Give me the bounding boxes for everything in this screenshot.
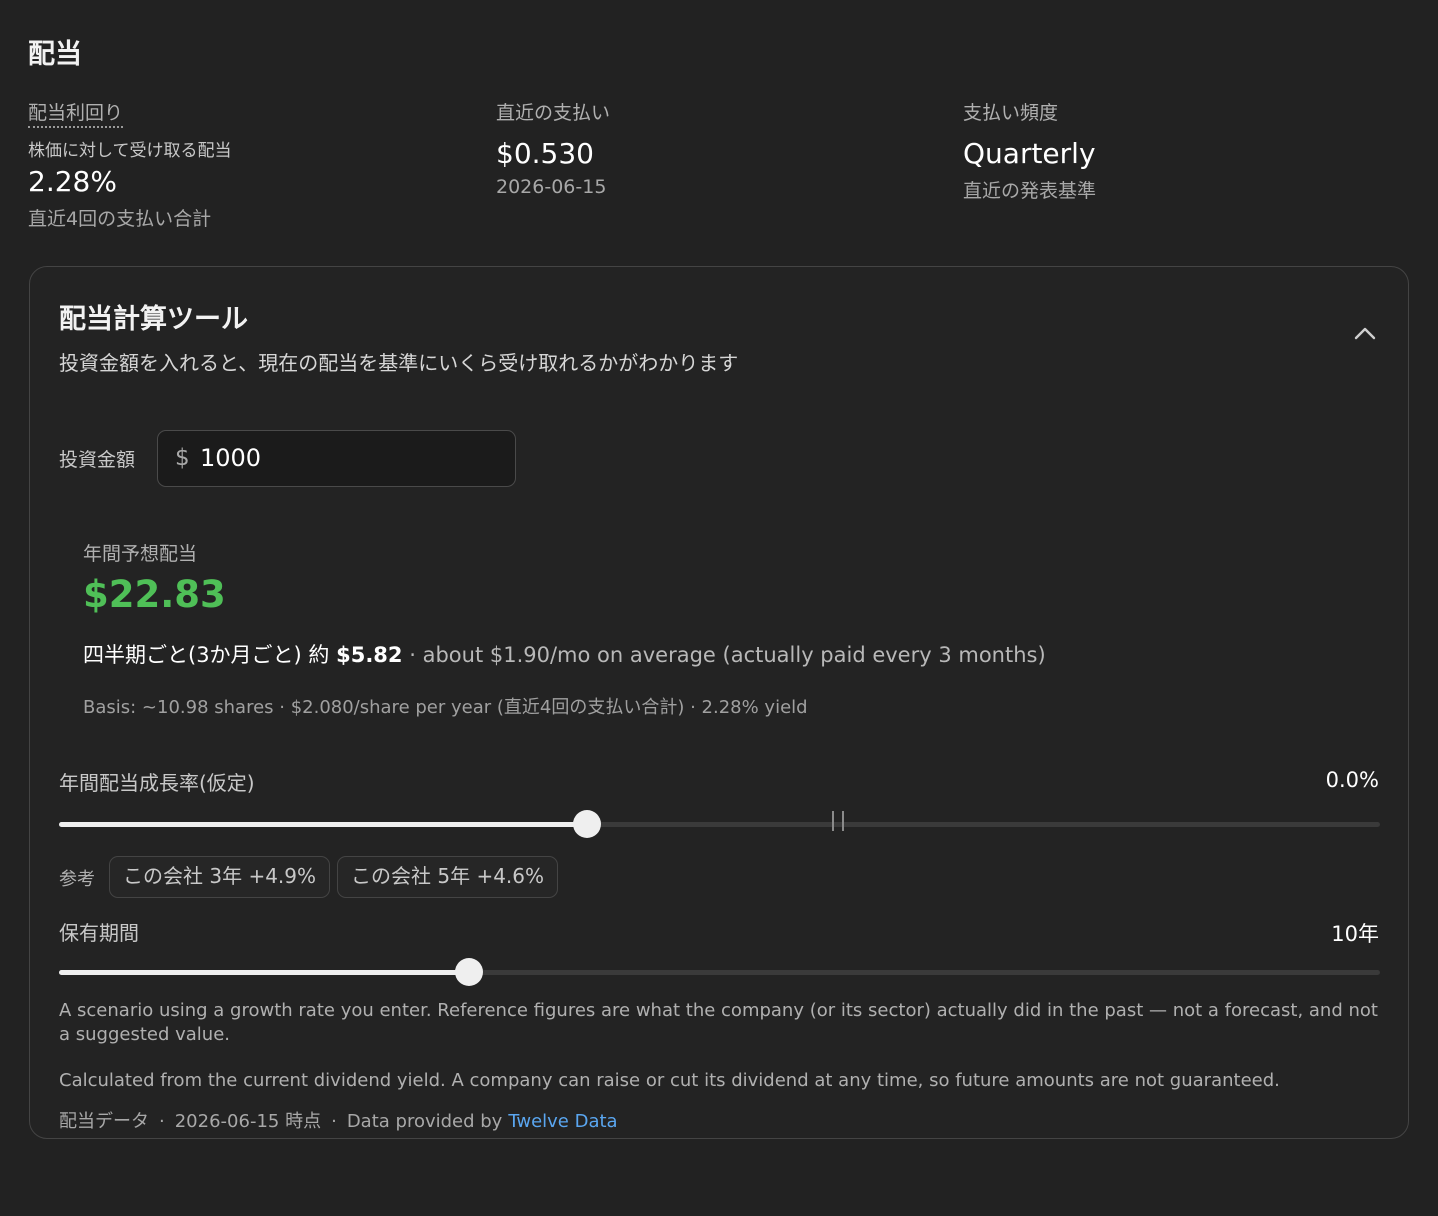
holding-period-value: 10年 — [1331, 922, 1379, 946]
separator: · — [159, 1111, 165, 1132]
growth-rate-slider-fill — [59, 822, 588, 827]
scenario-disclaimer: A scenario using a growth rate you enter… — [59, 1000, 1378, 1045]
currency-symbol: $ — [175, 445, 190, 471]
reference-label: 参考 — [59, 869, 95, 890]
reference-chip-3y[interactable]: この会社 3年 +4.9% — [109, 856, 331, 898]
last-payment-date: 2026-06-15 — [496, 176, 607, 198]
chevron-up-icon — [1354, 327, 1376, 340]
growth-rate-slider-thumb[interactable] — [573, 810, 602, 838]
zero-marker-icon — [832, 811, 845, 831]
data-provided-by: Data provided by — [346, 1111, 503, 1132]
yield-disclaimer: Calculated from the current dividend yie… — [59, 1070, 1280, 1091]
per-period-note: · about $1.90/mo on average (actually pa… — [409, 643, 1046, 667]
data-source-label: 配当データ — [59, 1111, 149, 1132]
per-period-amount: $5.82 — [336, 643, 403, 667]
payment-frequency-value: Quarterly — [963, 137, 1096, 170]
annual-dividend-value: $22.83 — [83, 573, 226, 616]
stat-dividend-yield: 配当利回り 株価に対して受け取る配当 2.28% 直近4回の支払い合計 — [28, 98, 232, 231]
holding-period-slider-thumb[interactable] — [454, 958, 483, 986]
growth-rate-value: 0.0% — [1325, 768, 1379, 792]
holding-period-slider-fill — [59, 970, 469, 975]
data-attribution: 配当データ · 2026-06-15 時点 · Data provided by Twel… — [59, 1107, 618, 1133]
calculator-subtitle: 投資金額を入れると、現在の配当を基準にいくら受け取れるかがわかります — [59, 351, 739, 375]
separator: · — [331, 1111, 337, 1132]
per-period-prefix: 四半期ごと(3か月ごと) 約 — [83, 643, 330, 667]
annual-dividend-label: 年間予想配当 — [83, 543, 198, 565]
payment-frequency-basis: 直近の発表基準 — [963, 180, 1097, 202]
investment-amount-label: 投資金額 — [59, 449, 136, 471]
last-payment-label: 直近の支払い — [496, 102, 611, 124]
data-as-of: 2026-06-15 時点 — [174, 1111, 322, 1132]
dividend-yield-label[interactable]: 配当利回り — [28, 98, 124, 128]
dividend-calculator-card: 配当計算ツール 投資金額を入れると、現在の配当を基準にいくら受け取れるかがわかり… — [29, 266, 1409, 1139]
calculator-title: 配当計算ツール — [59, 304, 248, 335]
growth-rate-label: 年間配当成長率(仮定) — [59, 771, 255, 795]
reference-chip-5y[interactable]: この会社 5年 +4.6% — [337, 856, 559, 898]
holding-period-label: 保有期間 — [59, 921, 139, 945]
dividend-yield-description: 株価に対して受け取る配当 — [28, 141, 232, 161]
dividend-yield-basis: 直近4回の支払い合計 — [28, 208, 212, 230]
twelve-data-link[interactable]: Twelve Data — [508, 1111, 617, 1132]
investment-amount-input[interactable] — [200, 441, 500, 475]
growth-rate-slider[interactable] — [59, 810, 1380, 838]
stat-last-payment: 直近の支払い $0.530 2026-06-15 — [496, 98, 610, 198]
collapse-button[interactable] — [1350, 319, 1380, 349]
payment-frequency-label: 支払い頻度 — [963, 102, 1059, 124]
investment-amount-field[interactable]: $ — [157, 430, 516, 487]
section-title: 配当 — [28, 39, 82, 70]
holding-period-slider[interactable] — [59, 958, 1380, 986]
stat-payment-frequency: 支払い頻度 Quarterly 直近の発表基準 — [963, 98, 1096, 203]
per-period-dividend: 四半期ごと(3か月ごと) 約 $5.82 · about $1.90/mo on… — [83, 639, 1046, 669]
calculation-basis: Basis: ~10.98 shares · $2.080/share per … — [83, 697, 808, 718]
dividend-yield-value: 2.28% — [28, 165, 117, 198]
last-payment-value: $0.530 — [496, 137, 594, 170]
